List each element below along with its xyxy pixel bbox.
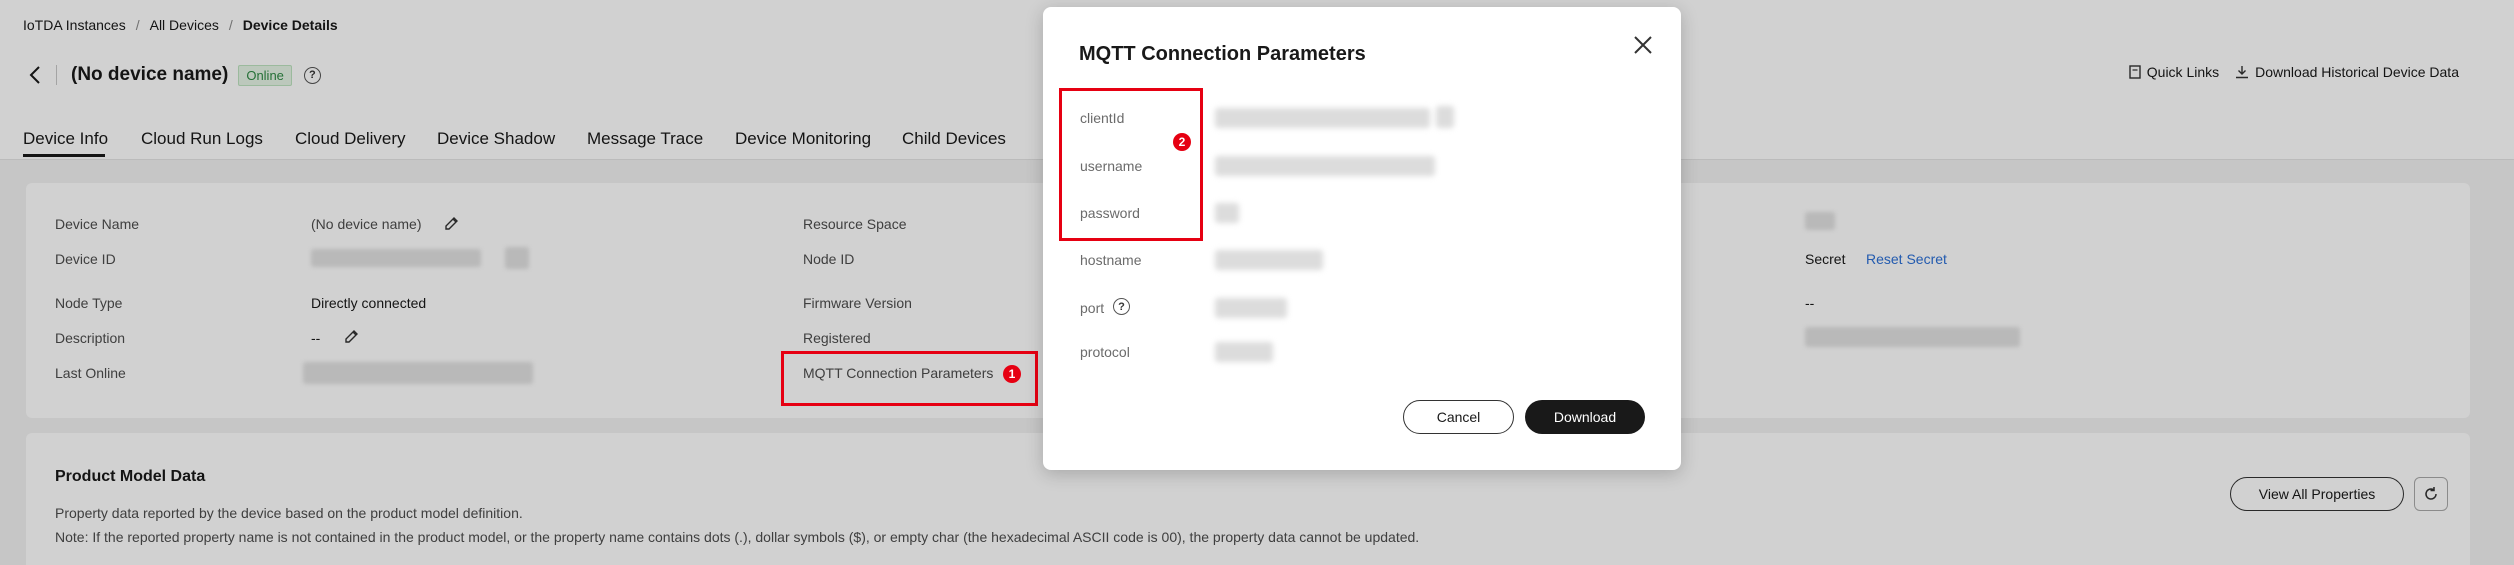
- download-button[interactable]: Download: [1525, 400, 1645, 434]
- page: IoTDA Instances / All Devices / Device D…: [0, 0, 2514, 565]
- help-icon[interactable]: ?: [1113, 298, 1130, 315]
- annotation-box-mqtt-link: [781, 351, 1038, 406]
- cancel-button[interactable]: Cancel: [1403, 400, 1514, 434]
- copy-icon[interactable]: [1436, 106, 1454, 128]
- param-clientid-value: [1215, 108, 1430, 128]
- annotation-marker-1: 1: [1003, 365, 1021, 383]
- dialog-title: MQTT Connection Parameters: [1079, 43, 1366, 65]
- close-icon[interactable]: [1631, 33, 1655, 57]
- param-password-value: [1215, 203, 1239, 223]
- param-username-value: [1215, 156, 1435, 176]
- param-protocol-value: [1215, 342, 1273, 362]
- param-port-value: [1215, 298, 1287, 318]
- annotation-box-credentials: [1059, 88, 1203, 241]
- param-hostname-label: hostname: [1080, 252, 1142, 268]
- param-protocol-label: protocol: [1080, 344, 1130, 360]
- param-port-label: port: [1080, 300, 1105, 316]
- annotation-marker-2: 2: [1173, 133, 1191, 151]
- param-hostname-value: [1215, 250, 1323, 270]
